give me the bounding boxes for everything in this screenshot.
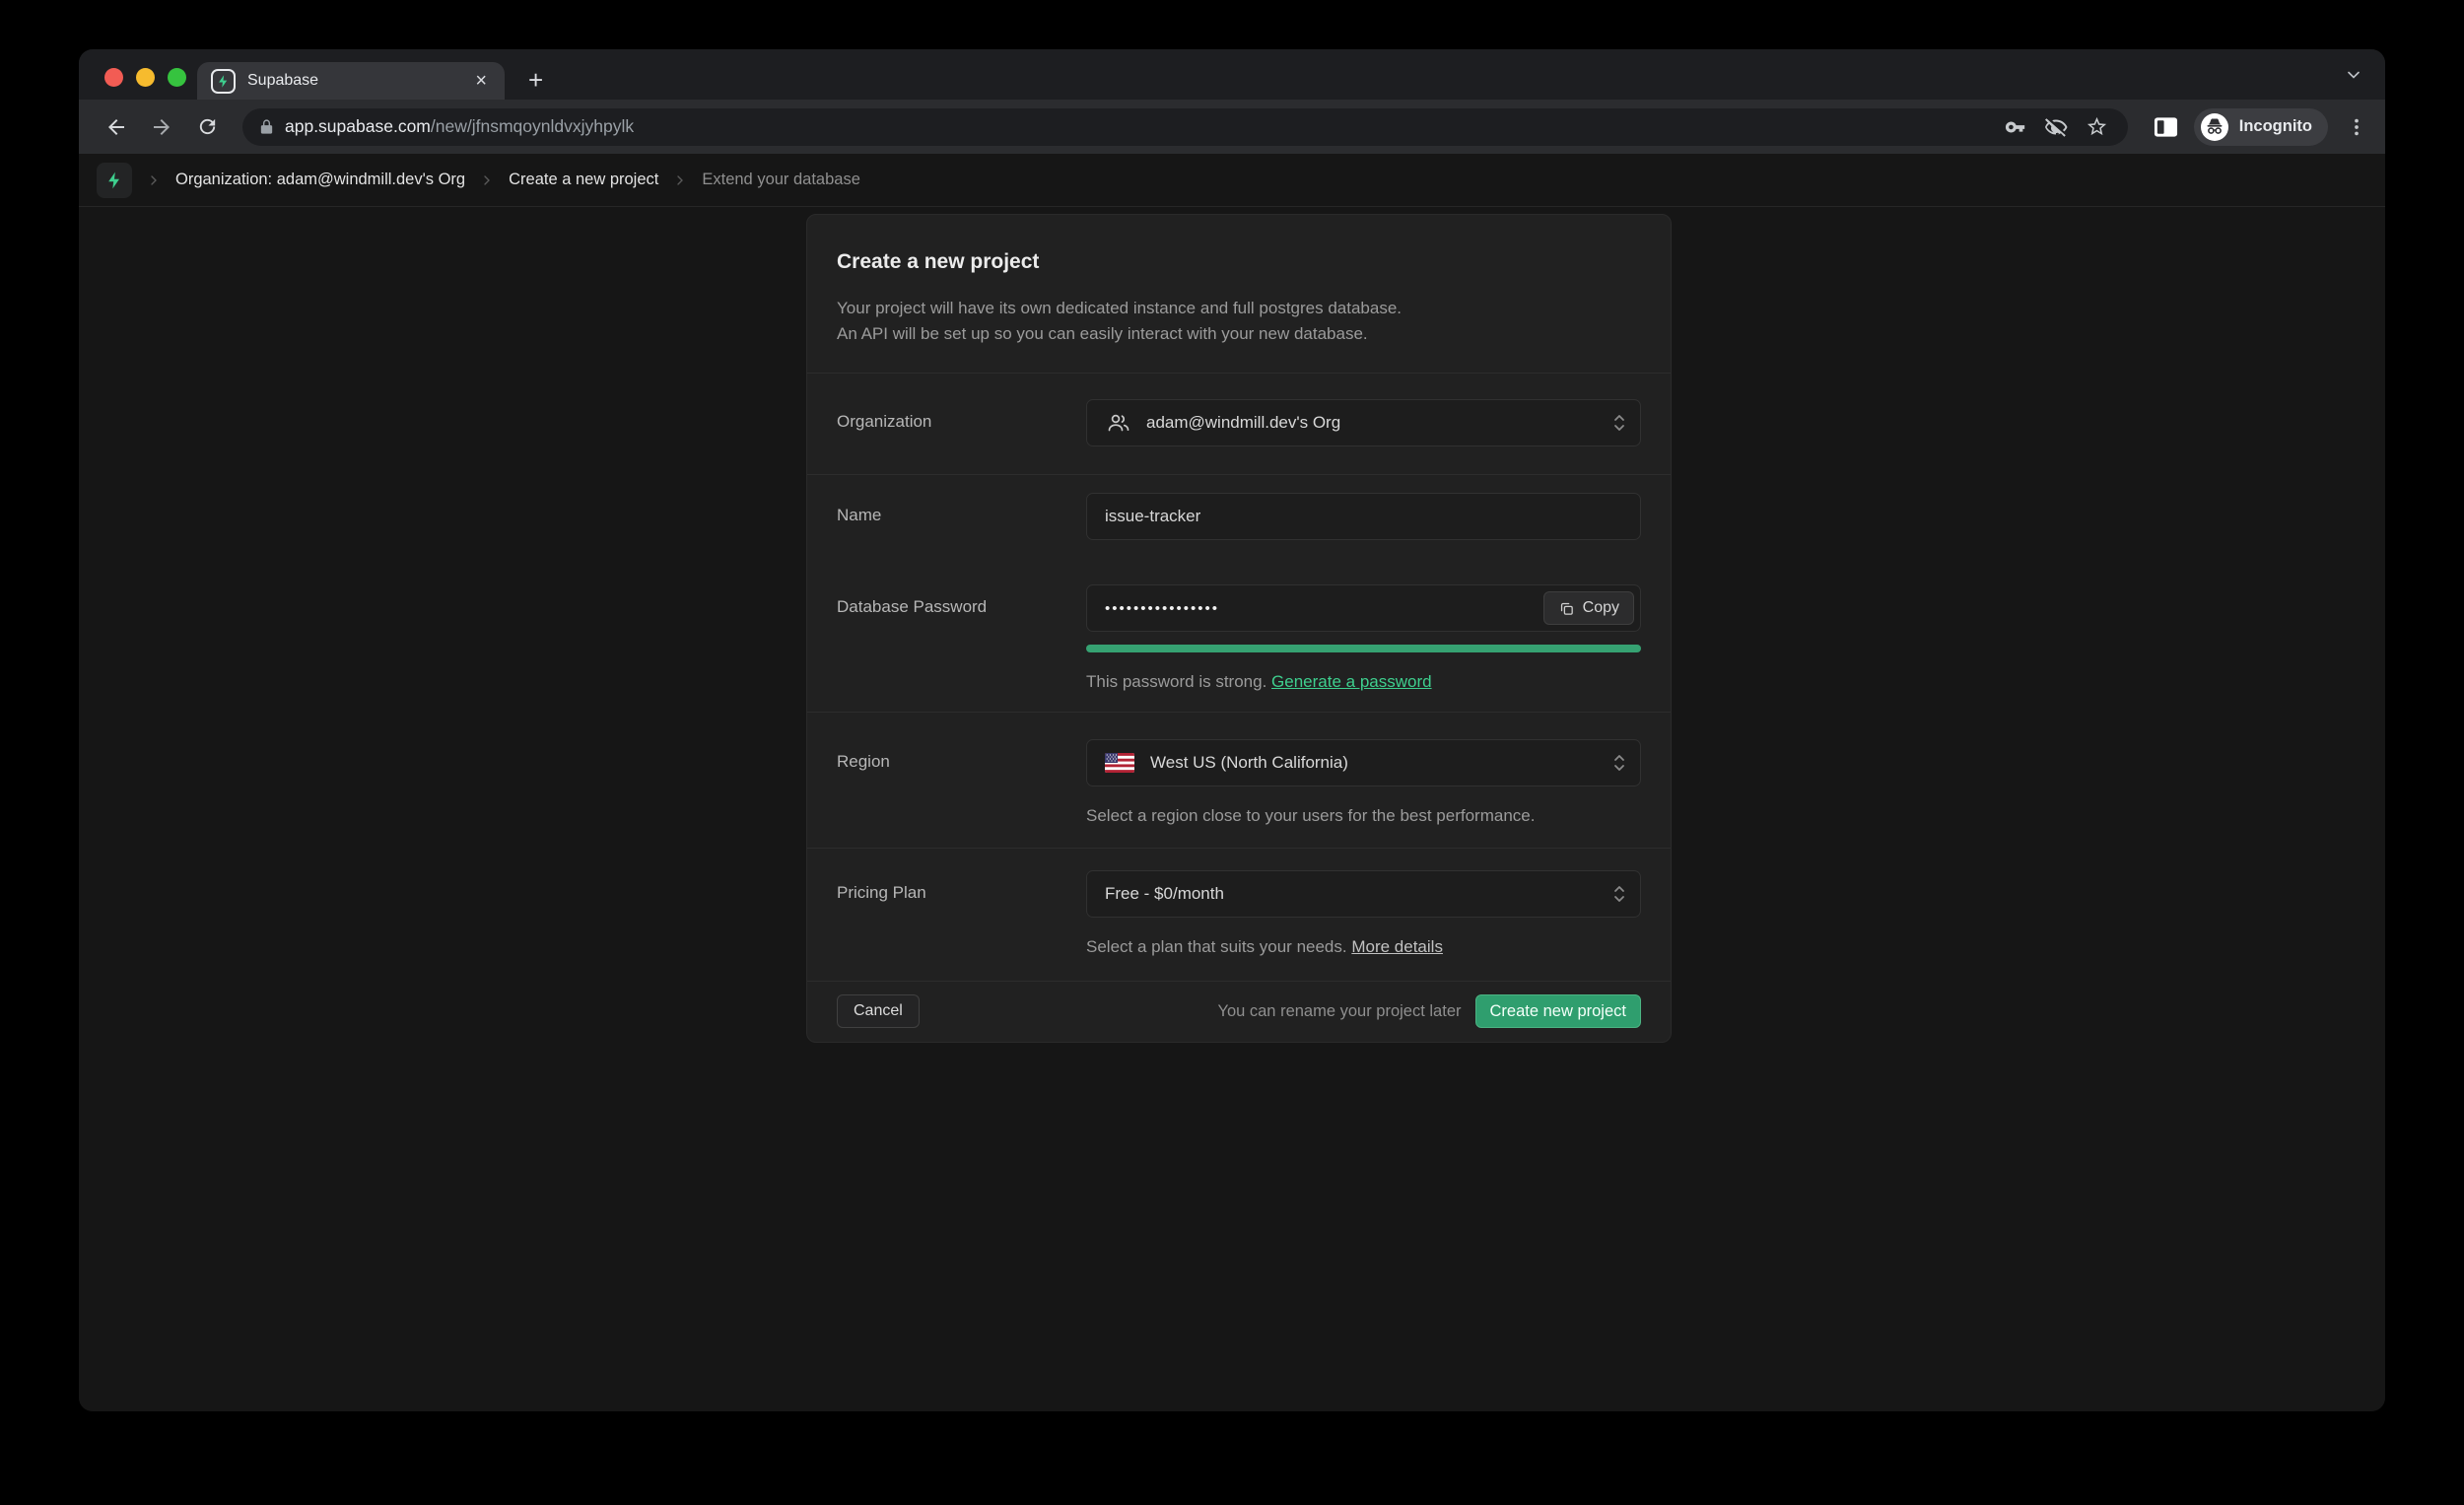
window-controls: [104, 68, 186, 87]
browser-toolbar: app.supabase.com/new/jfnsmqoynldvxjyhpyl…: [79, 100, 2385, 154]
password-strength-bar: [1086, 645, 1641, 652]
lock-icon: [258, 118, 275, 135]
pricing-helper-text: Select a plan that suits your needs. Mor…: [1086, 937, 1641, 957]
breadcrumb-create-project[interactable]: Create a new project: [509, 171, 658, 189]
browser-tab-supabase[interactable]: Supabase ×: [197, 62, 505, 100]
url-path: /new/jfnsmqoynldvxjyhpylk: [431, 116, 634, 136]
browser-window: Supabase × + app.supabase.com/new/jfnsmq…: [79, 49, 2385, 1411]
incognito-spy-icon: [2200, 112, 2229, 142]
strength-message: This password is strong.: [1086, 672, 1266, 691]
select-chevrons-icon: [1610, 752, 1628, 774]
project-name-input[interactable]: [1086, 493, 1641, 540]
copy-password-button[interactable]: Copy: [1543, 591, 1634, 625]
url-domain: app.supabase.com: [285, 116, 431, 136]
name-password-section: Name Database Password Copy: [807, 475, 1671, 713]
pricing-plan-label: Pricing Plan: [837, 870, 1086, 957]
incognito-label: Incognito: [2239, 117, 2312, 136]
supabase-logo-icon[interactable]: [97, 163, 132, 198]
card-footer: Cancel You can rename your project later…: [807, 982, 1671, 1042]
eye-off-icon[interactable]: [2044, 115, 2068, 139]
card-description-line1: Your project will have its own dedicated…: [837, 296, 1641, 321]
more-details-link[interactable]: More details: [1351, 937, 1443, 956]
incognito-badge[interactable]: Incognito: [2194, 108, 2328, 146]
breadcrumb-extend-database: Extend your database: [702, 171, 860, 189]
reload-button[interactable]: [187, 107, 227, 147]
region-select[interactable]: West US (North California): [1086, 739, 1641, 787]
bookmark-star-icon[interactable]: [2086, 115, 2108, 138]
pricing-plan-value: Free - $0/month: [1105, 884, 1224, 904]
region-section: Region West US (North California) Select…: [807, 713, 1671, 849]
new-tab-button[interactable]: +: [522, 67, 549, 93]
pricing-plan-select[interactable]: Free - $0/month: [1086, 870, 1641, 918]
maximize-window-button[interactable]: [168, 68, 186, 87]
breadcrumb-organization[interactable]: Organization: adam@windmill.dev's Org: [175, 171, 465, 189]
tab-title: Supabase: [247, 72, 459, 90]
select-chevrons-icon: [1610, 412, 1628, 434]
password-strength-text: This password is strong. Generate a pass…: [1086, 672, 1641, 692]
region-value: West US (North California): [1150, 753, 1348, 773]
select-chevrons-icon: [1610, 883, 1628, 905]
forward-button[interactable]: [142, 107, 181, 147]
people-icon: [1105, 411, 1130, 435]
organization-select[interactable]: adam@windmill.dev's Org: [1086, 399, 1641, 446]
supabase-page: Organization: adam@windmill.dev's Org Cr…: [79, 154, 2385, 1411]
close-window-button[interactable]: [104, 68, 123, 87]
us-flag-icon: [1105, 753, 1134, 773]
breadcrumb: Organization: adam@windmill.dev's Org Cr…: [79, 154, 2385, 207]
supabase-favicon-icon: [211, 69, 236, 94]
cancel-button[interactable]: Cancel: [837, 994, 920, 1028]
create-new-project-button[interactable]: Create new project: [1475, 994, 1642, 1028]
pricing-section: Pricing Plan Free - $0/month Select a pl…: [807, 849, 1671, 982]
browser-menu-icon[interactable]: [2346, 116, 2367, 138]
tab-strip: Supabase × +: [79, 49, 2385, 100]
side-panel-icon[interactable]: [2154, 116, 2178, 138]
address-bar[interactable]: app.supabase.com/new/jfnsmqoynldvxjyhpyl…: [242, 108, 2128, 146]
tab-close-icon[interactable]: ×: [471, 69, 491, 93]
minimize-window-button[interactable]: [136, 68, 155, 87]
chevron-right-icon: [479, 172, 495, 188]
copy-icon: [1558, 600, 1575, 617]
organization-section: Organization adam@windmill.dev's Org: [807, 374, 1671, 475]
password-key-icon[interactable]: [2005, 116, 2026, 138]
create-project-card: Create a new project Your project will h…: [806, 214, 1672, 1043]
chevron-right-icon: [672, 172, 688, 188]
rename-note: You can rename your project later: [1217, 1002, 1461, 1021]
chevron-right-icon: [146, 172, 162, 188]
name-label: Name: [837, 493, 1086, 540]
generate-password-link[interactable]: Generate a password: [1271, 672, 1432, 691]
region-helper-text: Select a region close to your users for …: [1086, 806, 1641, 826]
card-header: Create a new project Your project will h…: [807, 215, 1671, 374]
card-description-line2: An API will be set up so you can easily …: [837, 321, 1641, 347]
tab-search-chevron-icon[interactable]: [2344, 65, 2363, 85]
url-text[interactable]: app.supabase.com/new/jfnsmqoynldvxjyhpyl…: [285, 116, 1995, 137]
organization-label: Organization: [837, 399, 1086, 446]
pricing-helper-message: Select a plan that suits your needs.: [1086, 937, 1347, 956]
copy-button-label: Copy: [1583, 599, 1619, 617]
organization-value: adam@windmill.dev's Org: [1146, 413, 1340, 433]
back-button[interactable]: [97, 107, 136, 147]
page-title: Create a new project: [837, 250, 1641, 274]
database-password-label: Database Password: [837, 584, 1086, 692]
omnibox-action-icons: [2005, 115, 2112, 139]
region-label: Region: [837, 739, 1086, 826]
